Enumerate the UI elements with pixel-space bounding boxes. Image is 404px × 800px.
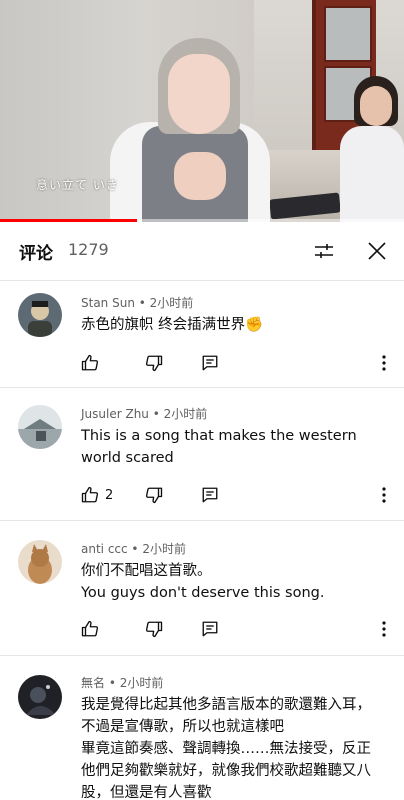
- close-button[interactable]: [362, 236, 392, 266]
- thumbs-up-icon: [81, 620, 99, 638]
- more-button[interactable]: [376, 483, 392, 507]
- more-vertical-icon: [382, 487, 386, 503]
- reply-icon: [201, 620, 219, 638]
- reply-icon: [201, 486, 219, 504]
- comment-item: 無名 • 2小时前 我是覺得比起其他多語言版本的歌還難入耳，不過是宣傳歌，所以也…: [0, 657, 404, 800]
- comments-header: 评论 1279: [0, 222, 404, 281]
- thumbs-up-icon: [81, 354, 99, 372]
- video-player[interactable]: 意い立て いき: [0, 0, 404, 222]
- comment-meta: Stan Sun • 2小时前: [81, 294, 193, 311]
- comment-author[interactable]: 無名: [81, 676, 105, 690]
- comments-title: 评论: [19, 244, 53, 264]
- like-button[interactable]: [81, 351, 105, 375]
- door-pane: [324, 6, 372, 62]
- close-icon: [365, 239, 389, 263]
- thumbs-up-icon: [81, 486, 99, 504]
- comment-meta: Jusuler Zhu • 2小时前: [81, 405, 207, 422]
- like-count: 2: [105, 487, 114, 503]
- comment-time: 2小时前: [119, 676, 164, 690]
- comment-time: 2小时前: [163, 407, 208, 421]
- dislike-button[interactable]: [145, 617, 163, 641]
- comment-author[interactable]: Jusuler Zhu: [81, 407, 149, 421]
- comment-actions: [81, 617, 391, 641]
- meta-separator: •: [127, 542, 143, 556]
- more-button[interactable]: [376, 617, 392, 641]
- meta-separator: •: [105, 676, 120, 690]
- more-vertical-icon: [382, 621, 386, 637]
- comment-meta: 無名 • 2小时前: [81, 674, 163, 691]
- sort-button[interactable]: [309, 236, 339, 266]
- reply-button[interactable]: [201, 351, 219, 375]
- avatar[interactable]: [18, 675, 62, 719]
- meta-separator: •: [134, 296, 150, 310]
- thumbs-down-icon: [145, 486, 163, 504]
- comment-text: 我是覺得比起其他多語言版本的歌還難入耳，不過是宣傳歌，所以也就這樣吧 畢竟這節奏…: [81, 697, 371, 800]
- thumbs-down-icon: [145, 354, 163, 372]
- comment-author[interactable]: Stan Sun: [81, 296, 135, 310]
- comment-item: Jusuler Zhu • 2小时前 This is a song that m…: [0, 389, 404, 521]
- comment-time: 2小时前: [149, 296, 194, 310]
- reply-icon: [201, 354, 219, 372]
- thumbs-down-icon: [145, 620, 163, 638]
- comment-text: This is a song that makes the western wo…: [81, 428, 357, 466]
- dislike-button[interactable]: [145, 351, 163, 375]
- reply-button[interactable]: [201, 483, 219, 507]
- comment-text: 你们不配唱这首歌。 You guys don't deserve this so…: [81, 563, 325, 601]
- video-side-person: [340, 72, 404, 222]
- avatar[interactable]: [18, 293, 62, 337]
- like-button[interactable]: 2: [81, 483, 113, 507]
- comment-item: Stan Sun • 2小时前 赤色的旗帜 终会插满世界✊: [0, 281, 404, 388]
- comment-item: anti ccc • 2小时前 你们不配唱这首歌。 You guys don't…: [0, 522, 404, 656]
- comment-time: 2小时前: [142, 542, 186, 556]
- avatar[interactable]: [18, 540, 62, 584]
- more-vertical-icon: [382, 355, 386, 371]
- avatar[interactable]: [18, 405, 62, 449]
- dislike-button[interactable]: [145, 483, 163, 507]
- video-subtitle: 意い立て いき: [36, 178, 119, 192]
- video-main-person: [100, 30, 270, 222]
- sliders-icon: [312, 239, 336, 263]
- meta-separator: •: [148, 407, 164, 421]
- comment-actions: [81, 351, 391, 375]
- comment-text: 赤色的旗帜 终会插满世界✊: [81, 317, 264, 333]
- like-button[interactable]: [81, 617, 105, 641]
- more-button[interactable]: [376, 351, 392, 375]
- comment-meta: anti ccc • 2小时前: [81, 540, 186, 557]
- reply-button[interactable]: [201, 617, 219, 641]
- comments-count: 1279: [68, 240, 109, 259]
- comment-actions: 2: [81, 483, 391, 507]
- comment-author[interactable]: anti ccc: [81, 542, 128, 556]
